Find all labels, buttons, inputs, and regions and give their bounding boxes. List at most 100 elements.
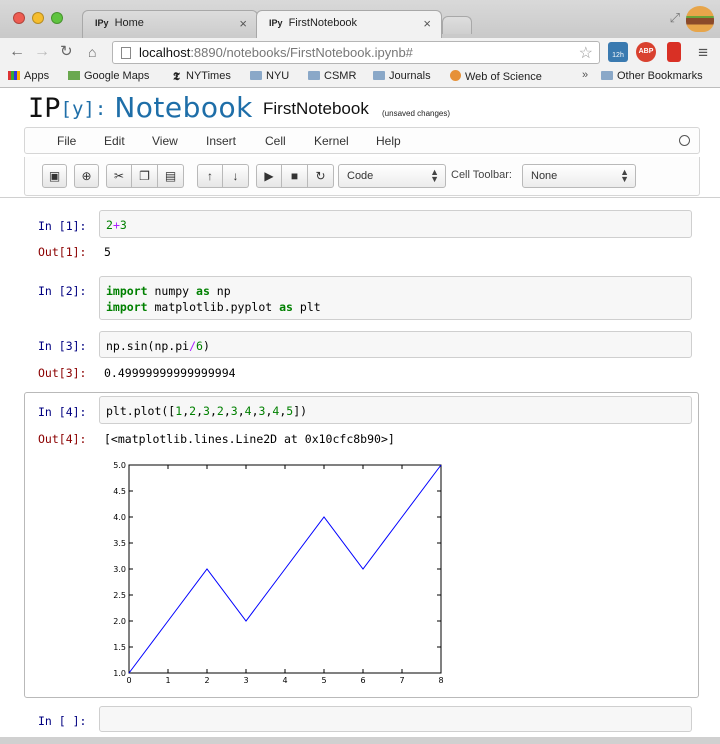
input-prompt: In [ ]: [38,714,87,728]
adblock-extension-icon[interactable]: ABP [636,42,656,62]
calendar-badge: 12h [612,52,624,59]
fullscreen-icon[interactable]: ⤢ [670,10,680,26]
run-button[interactable]: ▶ [256,164,282,188]
kernel-status-icon [679,135,690,146]
bookmark-csmr[interactable]: CSMR [308,70,356,82]
chrome-menu-icon[interactable]: ≡ [698,43,708,63]
move-down-button[interactable]: ↓ [223,164,249,188]
code-cell-input[interactable]: 2+3 [99,210,692,238]
y-tick-label: 1.0 [113,669,126,678]
x-tick-label: 8 [438,676,443,685]
close-tab-icon[interactable]: × [423,16,431,31]
minimize-window-button[interactable] [32,12,44,24]
ipython-notebook-logo[interactable]: IP[y]: Notebook [28,92,253,125]
copy-button[interactable]: ❐ [132,164,158,188]
code-cell-input[interactable]: import numpy as np import matplotlib.pyp… [99,276,692,320]
bookmarks-overflow-chevron[interactable]: » [582,69,588,81]
bookmark-extension-icon[interactable] [667,42,681,62]
bookmark-label: Journals [389,70,431,82]
y-tick-label: 2.0 [113,617,126,626]
save-button[interactable]: ▣ [42,164,67,188]
cell-toolbar-label: Cell Toolbar: [451,169,512,181]
x-tick-label: 6 [360,676,365,685]
line-chart: 0 1 2 3 4 5 6 7 8 1.0 1.5 2.0 2.5 3.0 3.5 4.0 4.5 5.0 [113,461,443,685]
calendar-extension-icon[interactable]: 12h [608,42,628,62]
bookmark-web-of-science[interactable]: Web of Science [450,70,542,83]
menu-edit[interactable]: Edit [104,134,125,148]
bookmark-google-maps[interactable]: Google Maps [68,70,149,82]
close-tab-icon[interactable]: × [239,16,247,31]
interrupt-button[interactable]: ■ [282,164,308,188]
x-tick-label: 1 [165,676,170,685]
menu-kernel[interactable]: Kernel [314,134,349,148]
output-prompt: Out[3]: [38,366,87,380]
browser-tab-home[interactable]: IPy Home × [82,10,258,38]
input-prompt: In [1]: [38,219,87,233]
reload-icon[interactable]: ↻ [60,42,73,62]
logo-ip: IP [28,93,61,124]
y-tick-label: 1.5 [113,643,126,652]
maps-icon [68,71,80,80]
play-icon: ▶ [264,169,274,183]
bookmark-label: Web of Science [465,71,542,83]
nyt-icon: 𝕿 [173,70,180,83]
restart-button[interactable]: ↻ [308,164,334,188]
input-prompt: In [3]: [38,339,87,353]
menu-insert[interactable]: Insert [206,134,236,148]
y-tick-label: 4.0 [113,513,126,522]
notebook-toolbar: ▣ ⊕ ✂ ❐ ▤ ↑ ↓ ▶ ■ ↻ Code ▲ ▼ Cell Toolbar… [24,157,700,196]
bookmark-journals[interactable]: Journals [373,70,431,82]
logo-notebook: Notebook [114,91,253,124]
zoom-window-button[interactable] [51,12,63,24]
url-path: :8890/notebooks/FirstNotebook.ipynb# [190,45,413,60]
bookmark-apps[interactable]: Apps [8,70,49,82]
wos-icon [450,70,461,81]
new-tab-button[interactable] [442,16,472,34]
restart-icon: ↻ [315,169,326,183]
bookmark-nytimes[interactable]: 𝕿 NYTimes [173,70,231,83]
y-tick-label: 3.5 [113,539,126,548]
profile-avatar-icon[interactable] [686,6,714,32]
folder-icon [308,71,320,80]
cell-type-select[interactable]: Code ▲ ▼ [338,164,446,188]
paste-button[interactable]: ▤ [158,164,184,188]
bookmark-star-icon[interactable]: ☆ [579,43,593,63]
browser-nav-bar: ← → ↻ ⌂ localhost:8890/notebooks/FirstNo… [0,38,720,66]
code-cell-input[interactable]: plt.plot([1,2,3,2,3,4,3,4,5]) [99,396,692,424]
bookmark-nyu[interactable]: NYU [250,70,289,82]
cell-output: 5 [104,245,111,259]
menu-help[interactable]: Help [376,134,401,148]
save-icon: ▣ [48,169,61,183]
other-bookmarks[interactable]: Other Bookmarks [601,70,703,82]
code-cell-input[interactable]: np.sin(np.pi/6) [99,331,692,358]
menu-file[interactable]: File [57,134,76,148]
menu-view[interactable]: View [152,134,178,148]
plus-icon: ⊕ [81,169,92,183]
copy-icon: ❐ [139,169,150,183]
notebook-menubar: File Edit View Insert Cell Kernel Help [24,127,700,154]
home-icon[interactable]: ⌂ [88,42,96,62]
url-host: localhost [139,45,191,60]
move-up-button[interactable]: ↑ [197,164,223,188]
output-prompt: Out[4]: [38,432,87,446]
x-tick-label: 5 [321,676,326,685]
folder-icon [373,71,385,80]
cut-button[interactable]: ✂ [106,164,132,188]
insert-cell-button[interactable]: ⊕ [74,164,99,188]
address-bar[interactable]: localhost:8890/notebooks/FirstNotebook.i… [112,41,600,64]
cell-toolbar-select[interactable]: None ▲ ▼ [522,164,636,188]
cell-type-value: Code [347,170,374,182]
x-tick-label: 0 [126,676,131,685]
menu-cell[interactable]: Cell [265,134,286,148]
bookmarks-bar: Apps Google Maps 𝕿 NYTimes NYU CSMR Journ… [0,66,720,88]
bookmark-label: Google Maps [84,70,150,82]
close-window-button[interactable] [13,12,25,24]
notebook-name[interactable]: FirstNotebook [263,99,369,119]
y-tick-label: 3.0 [113,565,126,574]
back-arrow-icon[interactable]: ← [9,42,25,62]
browser-tab-firstnotebook[interactable]: IPy FirstNotebook × [256,10,442,38]
page-icon [121,47,131,59]
forward-arrow-icon[interactable]: → [34,42,50,62]
output-prompt: Out[1]: [38,245,87,259]
code-cell-input[interactable] [99,706,692,732]
